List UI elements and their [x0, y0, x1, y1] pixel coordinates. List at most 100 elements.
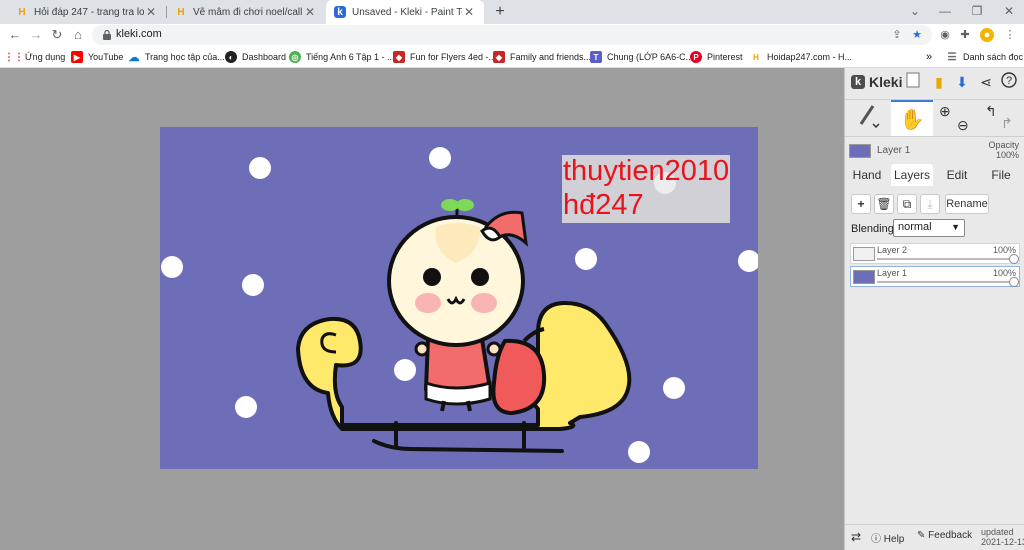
help-link[interactable]: ⓘ Help: [871, 530, 904, 545]
watermark-line2: hđ247: [563, 189, 644, 221]
shield-icon: ◆: [393, 51, 405, 63]
drawing-canvas[interactable]: thuytien2010 hđ247: [160, 127, 758, 469]
hand-tool[interactable]: ✋: [891, 100, 933, 136]
new-tab-button[interactable]: +: [490, 2, 510, 22]
panel-tabs: Hand Layers Edit File: [845, 164, 1024, 186]
bookmark-pinterest[interactable]: P Pinterest: [690, 49, 743, 65]
close-icon[interactable]: ✕: [144, 5, 158, 19]
current-layer-name: Layer 1: [877, 145, 911, 156]
home-icon[interactable]: ⌂: [69, 26, 87, 44]
tab-hoidap-1[interactable]: H Hỏi đáp 247 - trang tra loi ✕: [8, 0, 166, 24]
add-layer-button[interactable]: +: [851, 194, 871, 214]
duplicate-layer-icon[interactable]: ⧉: [897, 194, 917, 214]
layer-item-1[interactable]: Layer 1 100%: [850, 266, 1020, 287]
bookmark-fun-for-flyers[interactable]: ◆ Fun for Flyers 4ed -...: [393, 49, 496, 65]
bookmark-trang-hoc-tap[interactable]: ☁ Trang học tập của...: [128, 49, 225, 65]
bookmark-star-icon[interactable]: ★: [910, 28, 924, 42]
maximize-icon[interactable]: ❐: [964, 0, 990, 24]
bookmark-apps[interactable]: ⋮⋮ Ứng dụng: [4, 49, 65, 65]
address-bar[interactable]: kleki.com ⇪ ★: [92, 25, 932, 45]
layer-opacity-slider[interactable]: [877, 281, 1013, 283]
kleki-logo: k Kleki: [851, 74, 902, 90]
kleki-panel: k Kleki ▮ ⬇ ⋖ ? ✋ ⊕ ⊖ ↰ ↱ Layer 1 Opacit…: [844, 68, 1024, 550]
layer-opacity-slider[interactable]: [877, 258, 1013, 260]
slider-knob[interactable]: [1009, 277, 1019, 287]
feedback-icon: ✎: [917, 530, 926, 541]
bookmarks-overflow[interactable]: »: [926, 49, 932, 65]
feedback-label: Feedback: [928, 530, 973, 541]
bookmark-label: Dashboard: [242, 52, 287, 62]
lock-icon: [103, 29, 111, 40]
hoidap-favicon-icon: H: [177, 6, 185, 18]
bookmark-youtube[interactable]: ▶ YouTube: [71, 49, 123, 65]
bookmark-hoidap247[interactable]: H Hoidap247.com - H...: [750, 49, 852, 65]
feedback-link[interactable]: ✎ Feedback: [917, 530, 972, 541]
share-icon[interactable]: ⋖: [976, 72, 996, 92]
close-icon[interactable]: ✕: [462, 5, 476, 19]
reload-icon[interactable]: ↻: [48, 26, 66, 44]
updated-info: updated 2021-12-13: [981, 527, 1024, 547]
bookmark-label: Pinterest: [707, 52, 743, 62]
tab-hand[interactable]: Hand: [849, 164, 885, 186]
avatar[interactable]: ●: [980, 28, 994, 42]
slider-knob[interactable]: [1009, 254, 1019, 264]
merge-layer-icon[interactable]: ⤓: [920, 194, 940, 214]
new-image-icon[interactable]: [903, 72, 923, 92]
bookmark-dashboard[interactable]: ◐ Dashboard: [225, 49, 286, 65]
tab-title: Unsaved - Kleki - Paint Tool: [352, 6, 462, 18]
rename-button[interactable]: Rename: [945, 194, 989, 214]
back-icon[interactable]: ←: [6, 26, 24, 44]
tab-title: Vẽ mâm đi chơi noel/calli:Merry C: [193, 6, 303, 18]
open-folder-icon[interactable]: ▮: [929, 72, 949, 92]
menu-icon[interactable]: ⋮: [1003, 28, 1017, 42]
tab-edit[interactable]: Edit: [941, 164, 973, 186]
bookmark-tieng-anh[interactable]: ◎ Tiếng Anh 6 Tập 1 - ...: [289, 49, 395, 65]
updated-date: 2021-12-13: [981, 537, 1024, 547]
layer-thumbnail: [853, 270, 875, 284]
current-layer-header: Layer 1 Opacity 100%: [849, 140, 1021, 162]
bookmark-chung[interactable]: T Chung (LỚP 6A6-C...: [590, 49, 693, 65]
forward-icon[interactable]: →: [27, 26, 45, 44]
extension-icon[interactable]: ◉: [938, 28, 952, 42]
tab-kleki[interactable]: k Unsaved - Kleki - Paint Tool ✕: [326, 0, 484, 24]
close-icon[interactable]: ✕: [303, 5, 317, 19]
brush-tool[interactable]: [847, 100, 889, 136]
tool-row: ✋ ⊕ ⊖ ↰ ↱: [845, 99, 1024, 137]
minimize-icon[interactable]: —: [932, 0, 958, 24]
undo-icon[interactable]: ↰: [985, 102, 997, 120]
blending-select[interactable]: normal ▼: [893, 219, 965, 237]
svg-text:?: ?: [1006, 75, 1012, 87]
tab-layers[interactable]: Layers: [891, 164, 933, 186]
close-window-icon[interactable]: ✕: [996, 0, 1022, 24]
pinterest-icon: P: [690, 51, 702, 63]
gift-bag: [491, 338, 547, 416]
delete-layer-icon[interactable]: 🗑: [874, 194, 894, 214]
layer-item-2[interactable]: Layer 2 100%: [850, 243, 1020, 264]
tab-hoidap-2[interactable]: H Vẽ mâm đi chơi noel/calli:Merry C ✕: [167, 0, 325, 24]
canvas-workspace[interactable]: thuytien2010 hđ247: [0, 68, 844, 550]
bookmark-label: YouTube: [88, 52, 124, 62]
bookmark-label: Hoidap247.com - H...: [767, 52, 853, 62]
tab-search-icon[interactable]: ⌄: [902, 0, 928, 24]
teams-icon: T: [590, 51, 602, 63]
bookmark-label: Chung (LỚP 6A6-C...: [607, 52, 694, 62]
artwork: thuytien2010 hđ247: [161, 147, 758, 463]
reading-list[interactable]: ☰ Danh sách đọc: [946, 49, 1024, 65]
shield-icon: ◆: [493, 51, 505, 63]
tab-strip: H Hỏi đáp 247 - trang tra loi ✕ H Vẽ mâm…: [0, 0, 1024, 24]
zoom-in-icon[interactable]: ⊕: [939, 102, 951, 120]
redo-icon[interactable]: ↱: [1001, 114, 1013, 132]
tab-file[interactable]: File: [985, 164, 1017, 186]
hoidap-favicon-icon: H: [753, 52, 759, 62]
globe-icon: ◎: [289, 51, 301, 63]
zoom-out-icon[interactable]: ⊖: [957, 116, 969, 134]
puzzle-icon[interactable]: ✚: [958, 28, 972, 42]
bookmark-family-friends[interactable]: ◆ Family and friends...: [493, 49, 591, 65]
help-icon[interactable]: ?: [999, 72, 1019, 92]
share-icon[interactable]: ⇪: [890, 28, 904, 42]
url-text: kleki.com: [116, 28, 162, 40]
kleki-favicon-icon: k: [334, 6, 346, 18]
download-icon[interactable]: ⬇: [952, 72, 972, 92]
reading-list-icon: ☰: [947, 51, 957, 63]
swap-side-icon[interactable]: ⇄: [851, 530, 861, 544]
